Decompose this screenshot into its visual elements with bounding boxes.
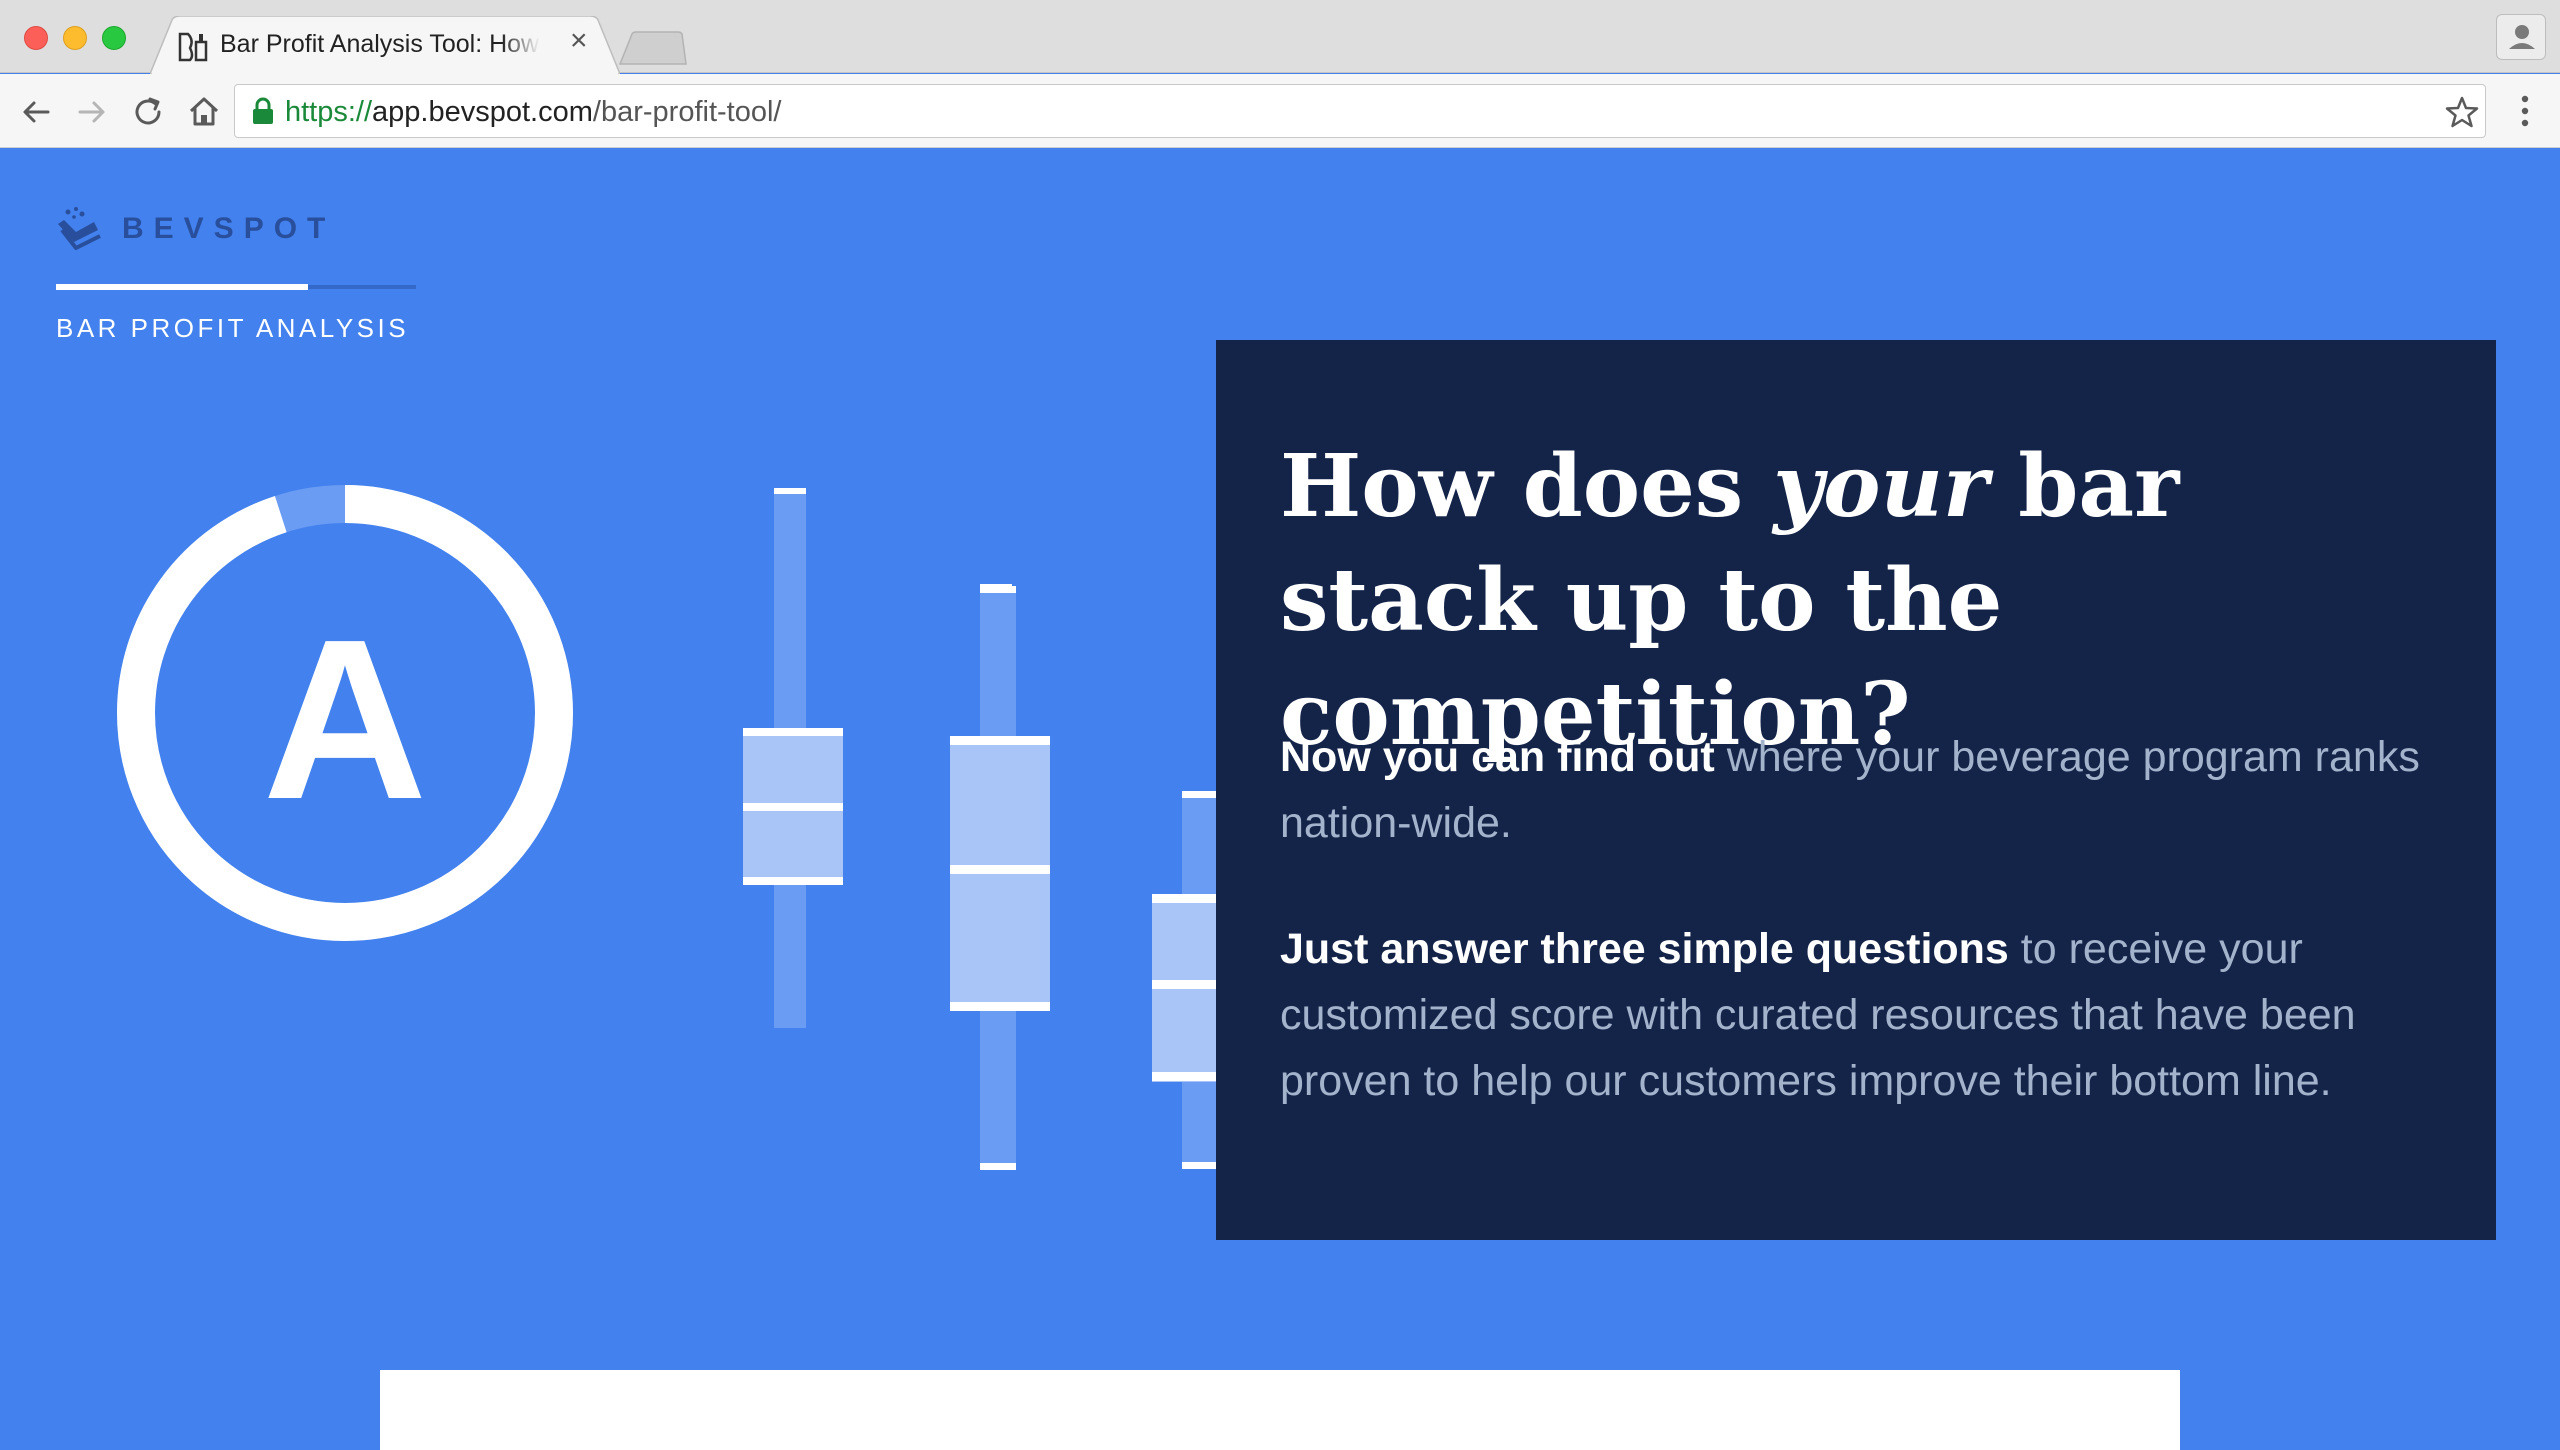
bevspot-logo-icon [58, 207, 101, 250]
address-bar[interactable]: https://app.bevspot.com/bar-profit-tool/ [234, 84, 2486, 138]
progress-indicator [56, 284, 308, 290]
tab-close-icon[interactable]: × [570, 24, 588, 58]
intro-paragraph-1-bold: Now you can find out [1280, 733, 1715, 781]
browser-tab-bar: Bar Profit Analysis Tool: How does your … [0, 0, 2560, 74]
home-icon[interactable] [184, 92, 224, 132]
back-icon[interactable] [16, 92, 56, 132]
window-minimize-button[interactable] [63, 26, 87, 50]
intro-paragraph-2-bold: Just answer three simple questions [1280, 925, 2009, 973]
new-tab-button[interactable] [618, 30, 688, 66]
browser-toolbar: https://app.bevspot.com/bar-profit-tool/ [0, 74, 2560, 148]
question-panel [380, 1370, 2180, 1450]
window-close-button[interactable] [24, 26, 48, 50]
url-path: /bar-profit-tool/ [592, 96, 782, 128]
intro-paragraph-2: Just answer three simple questions to re… [1280, 916, 2460, 1114]
window-maximize-button[interactable] [102, 26, 126, 50]
headline: How does your bar stack up to the compet… [1280, 430, 2460, 772]
headline-emphasis: your [1773, 436, 1989, 537]
reload-icon[interactable] [128, 92, 168, 132]
tab-title: Bar Profit Analysis Tool: How does your … [220, 30, 540, 58]
url-text: https://app.bevspot.com/bar-profit-tool/ [285, 96, 781, 129]
intro-card: How does your bar stack up to the compet… [1216, 340, 2496, 1240]
url-host: app.bevspot.com [372, 96, 593, 128]
profile-icon[interactable] [2496, 14, 2546, 60]
section-label: BAR PROFIT ANALYSIS [56, 313, 410, 343]
lock-icon [253, 97, 273, 124]
grade-letter: A [263, 593, 428, 847]
decorative-boxplot-art-lower [950, 586, 1252, 1170]
intro-paragraph-1: Now you can find out where your beverage… [1280, 724, 2460, 856]
url-scheme: https:// [285, 96, 373, 128]
grade-ring: A [117, 485, 573, 941]
menu-icon[interactable] [2510, 90, 2540, 132]
bevspot-favicon-icon [178, 32, 208, 62]
star-icon[interactable] [2445, 95, 2479, 129]
headline-part1: How does [1280, 436, 1774, 537]
forward-icon[interactable] [72, 92, 112, 132]
page-content: BEVSPOT BAR PROFIT ANALYSIS A How does y… [0, 148, 2560, 1450]
logo-text: BEVSPOT [122, 212, 336, 245]
browser-tab-active[interactable]: Bar Profit Analysis Tool: How does your … [150, 16, 620, 74]
